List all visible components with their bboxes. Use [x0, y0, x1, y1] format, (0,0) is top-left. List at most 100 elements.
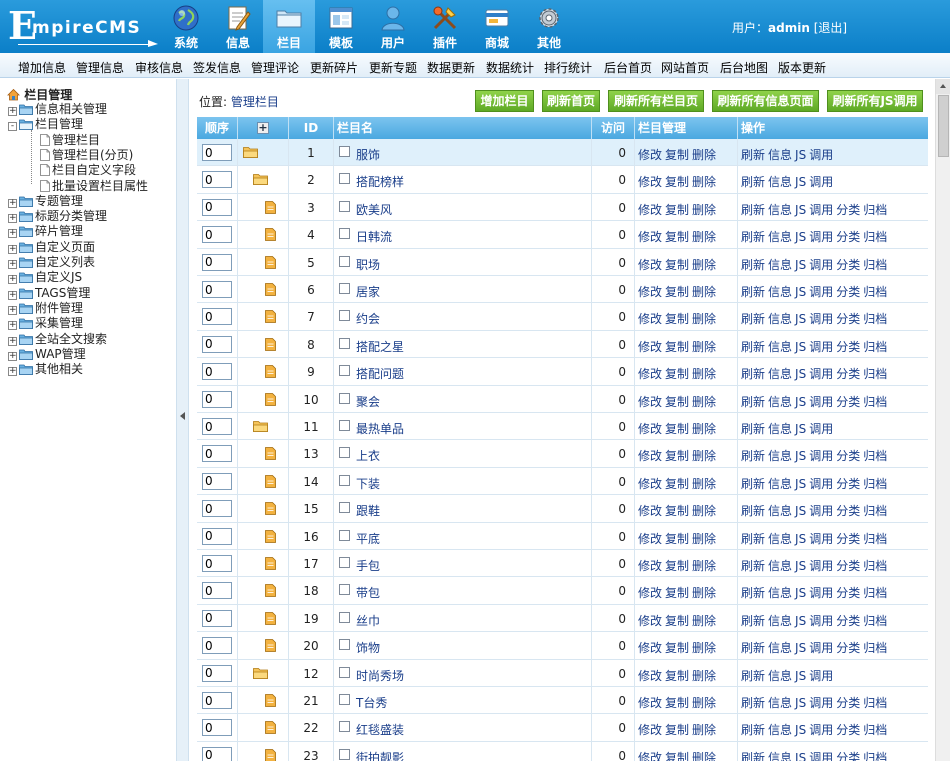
manage-link[interactable]: 复制 [665, 340, 689, 354]
sidebar-item-5[interactable]: 批量设置栏目属性 [40, 179, 148, 194]
op-link[interactable]: 调用 [809, 175, 833, 189]
op-link[interactable]: 调用 [809, 559, 833, 573]
sidebar-item-label[interactable]: 管理栏目(分页) [52, 148, 133, 162]
expand-toggle-icon[interactable]: + [8, 336, 17, 346]
order-input[interactable] [202, 692, 232, 709]
op-link[interactable]: 调用 [809, 258, 833, 272]
op-link[interactable]: 归档 [863, 258, 887, 272]
op-link[interactable]: 信息 [768, 203, 792, 217]
op-link[interactable]: 刷新 [741, 586, 765, 600]
manage-link[interactable]: 复制 [665, 367, 689, 381]
topnav-item-1[interactable]: 信息 [212, 0, 264, 53]
manage-link[interactable]: 删除 [692, 723, 716, 737]
sidebar-item-6[interactable]: + 专题管理 [8, 194, 83, 209]
order-input[interactable] [202, 719, 232, 737]
manage-link[interactable]: 复制 [665, 696, 689, 710]
topnav-item-7[interactable]: 其他 [523, 0, 575, 53]
sidebar-item-label[interactable]: TAGS管理 [35, 286, 90, 300]
op-link[interactable]: 归档 [863, 586, 887, 600]
category-name-link[interactable]: 欧美风 [356, 201, 392, 218]
manage-link[interactable]: 复制 [665, 751, 689, 761]
op-link[interactable]: 刷新 [741, 477, 765, 491]
op-link[interactable]: 分类 [836, 203, 860, 217]
op-link[interactable]: 分类 [836, 449, 860, 463]
op-link[interactable]: 分类 [836, 258, 860, 272]
op-link[interactable]: JS [795, 175, 806, 189]
op-link[interactable]: 分类 [836, 751, 860, 761]
op-link[interactable]: JS [795, 395, 806, 409]
manage-link[interactable]: 复制 [665, 723, 689, 737]
manage-link[interactable]: 复制 [665, 148, 689, 162]
op-link[interactable]: 调用 [809, 312, 833, 326]
document-icon[interactable] [265, 337, 276, 354]
op-link[interactable]: 刷新 [741, 669, 765, 683]
op-link[interactable]: 调用 [809, 751, 833, 761]
row-checkbox[interactable] [339, 639, 350, 651]
action-button-0[interactable]: 增加栏目 [475, 90, 534, 112]
quick-link-9[interactable]: 排行统计 [544, 59, 592, 76]
action-button-4[interactable]: 刷新所有JS调用 [827, 90, 923, 112]
op-link[interactable]: 刷新 [741, 230, 765, 244]
topnav-label[interactable]: 其他 [523, 34, 575, 51]
document-icon[interactable] [265, 721, 276, 737]
quick-link-10[interactable]: 后台首页 [604, 59, 652, 76]
op-link[interactable]: 归档 [863, 614, 887, 628]
op-link[interactable]: 信息 [768, 148, 792, 162]
folder-icon[interactable] [275, 4, 303, 32]
manage-link[interactable]: 删除 [692, 751, 716, 761]
op-link[interactable]: JS [795, 669, 806, 683]
op-link[interactable]: 归档 [863, 395, 887, 409]
row-checkbox[interactable] [339, 694, 350, 705]
op-link[interactable]: 归档 [863, 532, 887, 546]
op-link[interactable]: 信息 [768, 696, 792, 710]
op-link[interactable]: 分类 [836, 559, 860, 573]
document-icon[interactable] [265, 365, 276, 381]
manage-link[interactable]: 删除 [692, 669, 716, 683]
scroll-thumb[interactable] [938, 95, 949, 157]
op-link[interactable]: JS [795, 285, 806, 299]
document-icon[interactable] [265, 255, 276, 272]
op-link[interactable]: 信息 [768, 641, 792, 655]
sidebar-item-8[interactable]: + 碎片管理 [8, 224, 83, 239]
manage-link[interactable]: 修改 [638, 586, 662, 600]
row-checkbox[interactable] [339, 748, 350, 760]
category-name-link[interactable]: 聚会 [356, 393, 380, 410]
manage-link[interactable]: 删除 [692, 395, 716, 409]
sidebar-item-label[interactable]: 批量设置栏目属性 [52, 179, 148, 193]
op-link[interactable]: 调用 [809, 203, 833, 217]
order-input[interactable] [202, 198, 232, 216]
order-input[interactable] [202, 335, 232, 353]
manage-link[interactable]: 修改 [638, 175, 662, 189]
op-link[interactable]: 调用 [809, 395, 833, 409]
folder-icon[interactable] [253, 667, 268, 682]
op-link[interactable]: 归档 [863, 340, 887, 354]
manage-link[interactable]: 修改 [638, 285, 662, 299]
sidebar-item-label[interactable]: 专题管理 [35, 194, 83, 208]
sidebar-item-label[interactable]: 附件管理 [35, 301, 83, 315]
action-button-3[interactable]: 刷新所有信息页面 [712, 90, 819, 112]
document-icon[interactable] [265, 228, 276, 244]
manage-link[interactable]: 删除 [692, 230, 716, 244]
expand-toggle-icon[interactable]: + [8, 229, 17, 239]
manage-link[interactable]: 删除 [692, 367, 716, 381]
op-link[interactable]: 信息 [768, 230, 792, 244]
op-link[interactable]: 信息 [768, 751, 792, 761]
row-checkbox[interactable] [339, 337, 350, 349]
sidebar-item-11[interactable]: + 自定义JS [8, 270, 82, 285]
topnav-label[interactable]: 栏目 [263, 34, 315, 51]
op-link[interactable]: 调用 [809, 148, 833, 162]
manage-link[interactable]: 删除 [692, 559, 716, 573]
manage-link[interactable]: 删除 [692, 586, 716, 600]
collapse-toggle-icon[interactable]: - [8, 122, 17, 132]
category-name-link[interactable]: 搭配之星 [356, 338, 404, 355]
manage-link[interactable]: 修改 [638, 669, 662, 683]
document-icon[interactable] [265, 557, 276, 573]
op-link[interactable]: 归档 [863, 751, 887, 761]
manage-link[interactable]: 复制 [665, 614, 689, 628]
manage-link[interactable]: 修改 [638, 449, 662, 463]
op-link[interactable]: 信息 [768, 367, 792, 381]
expand-toggle-icon[interactable]: + [8, 198, 17, 208]
op-link[interactable]: 分类 [836, 723, 860, 737]
sidebar-item-label[interactable]: 自定义页面 [35, 240, 95, 254]
scroll-up-arrow-icon[interactable] [936, 79, 950, 94]
